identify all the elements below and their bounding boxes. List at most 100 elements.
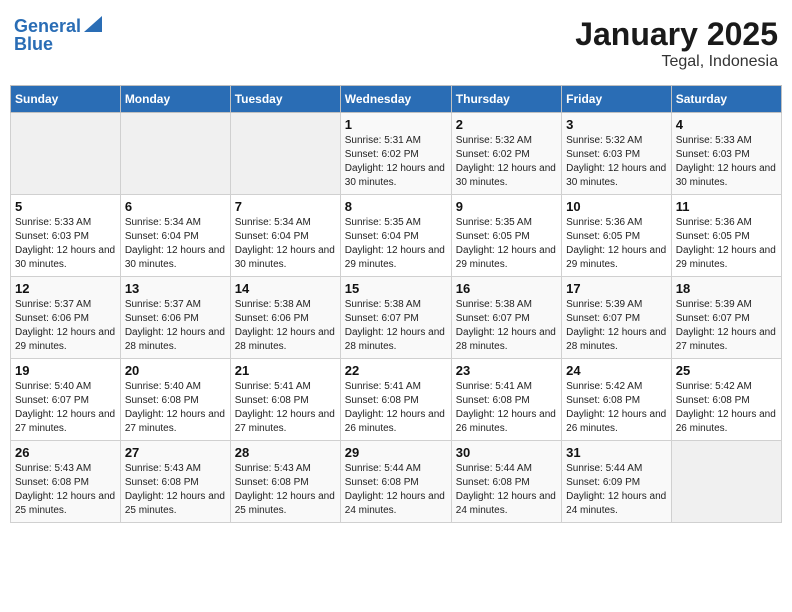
day-number: 15 (345, 281, 447, 296)
day-header-wednesday: Wednesday (340, 86, 451, 113)
logo-icon (84, 16, 102, 32)
day-info: Sunrise: 5:38 AM Sunset: 6:07 PM Dayligh… (345, 298, 447, 354)
day-number: 6 (125, 199, 226, 214)
day-cell: 29Sunrise: 5:44 AM Sunset: 6:08 PM Dayli… (340, 441, 451, 523)
day-cell: 30Sunrise: 5:44 AM Sunset: 6:08 PM Dayli… (451, 441, 561, 523)
day-cell: 26 Sunrise: 5:43 AM Sunset: 6:08 PM Dayli… (11, 441, 121, 523)
day-header-thursday: Thursday (451, 86, 561, 113)
day-info: Sunrise: 5:36 AM Sunset: 6:05 PM Dayligh… (676, 216, 777, 272)
week-row-3: 12 Sunrise: 5:37 AM Sunset: 6:06 PM Dayli… (11, 277, 782, 359)
day-info: Sunrise: 5:40 AM Sunset: 6:07 PM Dayligh… (15, 380, 116, 436)
day-cell: 10 Sunrise: 5:36 AM Sunset: 6:05 PM Dayli… (562, 195, 672, 277)
day-info: Sunrise: 5:41 AM Sunset: 6:08 PM Dayligh… (235, 380, 336, 436)
day-info: Sunrise: 5:33 AM Sunset: 6:03 PM Dayligh… (676, 134, 777, 190)
page-header: General Blue January 2025 Tegal, Indones… (10, 10, 782, 77)
day-number: 12 (15, 281, 116, 296)
day-info: Sunrise: 5:32 AM Sunset: 6:02 PM Dayligh… (456, 134, 557, 190)
day-info: Sunrise: 5:40 AM Sunset: 6:08 PM Dayligh… (125, 380, 226, 436)
day-number: 13 (125, 281, 226, 296)
day-number: 18 (676, 281, 777, 296)
day-info: Sunrise: 5:43 AM Sunset: 6:08 PM Dayligh… (125, 462, 226, 518)
day-cell: 15 Sunrise: 5:38 AM Sunset: 6:07 PM Dayli… (340, 277, 451, 359)
day-cell: 14 Sunrise: 5:38 AM Sunset: 6:06 PM Dayli… (230, 277, 340, 359)
day-cell: 18 Sunrise: 5:39 AM Sunset: 6:07 PM Dayli… (671, 277, 781, 359)
day-info: Sunrise: 5:43 AM Sunset: 6:08 PM Dayligh… (15, 462, 116, 518)
day-cell (11, 113, 121, 195)
day-number: 10 (566, 199, 667, 214)
day-cell: 8 Sunrise: 5:35 AM Sunset: 6:04 PM Daylig… (340, 195, 451, 277)
day-cell (671, 441, 781, 523)
day-cell: 3 Sunrise: 5:32 AM Sunset: 6:03 PM Daylig… (562, 113, 672, 195)
title-block: January 2025 Tegal, Indonesia (575, 16, 778, 71)
day-number: 17 (566, 281, 667, 296)
calendar-table: SundayMondayTuesdayWednesdayThursdayFrid… (10, 85, 782, 523)
day-number: 16 (456, 281, 557, 296)
day-cell: 1Sunrise: 5:31 AM Sunset: 6:02 PM Daylig… (340, 113, 451, 195)
day-info: Sunrise: 5:37 AM Sunset: 6:06 PM Dayligh… (125, 298, 226, 354)
day-info: Sunrise: 5:38 AM Sunset: 6:07 PM Dayligh… (456, 298, 557, 354)
day-number: 25 (676, 363, 777, 378)
day-cell: 19Sunrise: 5:40 AM Sunset: 6:07 PM Dayli… (11, 359, 121, 441)
day-info: Sunrise: 5:35 AM Sunset: 6:04 PM Dayligh… (345, 216, 447, 272)
day-number: 24 (566, 363, 667, 378)
day-cell: 11 Sunrise: 5:36 AM Sunset: 6:05 PM Dayli… (671, 195, 781, 277)
day-header-saturday: Saturday (671, 86, 781, 113)
day-number: 27 (125, 445, 226, 460)
day-info: Sunrise: 5:34 AM Sunset: 6:04 PM Dayligh… (125, 216, 226, 272)
day-cell: 7 Sunrise: 5:34 AM Sunset: 6:04 PM Daylig… (230, 195, 340, 277)
day-number: 3 (566, 117, 667, 132)
day-number: 9 (456, 199, 557, 214)
day-cell: 5Sunrise: 5:33 AM Sunset: 6:03 PM Daylig… (11, 195, 121, 277)
day-number: 23 (456, 363, 557, 378)
day-cell: 31 Sunrise: 5:44 AM Sunset: 6:09 PM Dayli… (562, 441, 672, 523)
day-info: Sunrise: 5:41 AM Sunset: 6:08 PM Dayligh… (456, 380, 557, 436)
day-number: 20 (125, 363, 226, 378)
day-cell: 21 Sunrise: 5:41 AM Sunset: 6:08 PM Dayli… (230, 359, 340, 441)
week-row-5: 26 Sunrise: 5:43 AM Sunset: 6:08 PM Dayli… (11, 441, 782, 523)
day-info: Sunrise: 5:35 AM Sunset: 6:05 PM Dayligh… (456, 216, 557, 272)
day-number: 30 (456, 445, 557, 460)
calendar-subtitle: Tegal, Indonesia (575, 53, 778, 71)
day-header-sunday: Sunday (11, 86, 121, 113)
day-info: Sunrise: 5:39 AM Sunset: 6:07 PM Dayligh… (676, 298, 777, 354)
day-cell (120, 113, 230, 195)
day-info: Sunrise: 5:42 AM Sunset: 6:08 PM Dayligh… (566, 380, 667, 436)
day-number: 31 (566, 445, 667, 460)
day-number: 26 (15, 445, 116, 460)
day-cell: 2 Sunrise: 5:32 AM Sunset: 6:02 PM Daylig… (451, 113, 561, 195)
day-number: 11 (676, 199, 777, 214)
day-cell: 24 Sunrise: 5:42 AM Sunset: 6:08 PM Dayli… (562, 359, 672, 441)
day-info: Sunrise: 5:34 AM Sunset: 6:04 PM Dayligh… (235, 216, 336, 272)
day-cell: 9 Sunrise: 5:35 AM Sunset: 6:05 PM Daylig… (451, 195, 561, 277)
day-info: Sunrise: 5:43 AM Sunset: 6:08 PM Dayligh… (235, 462, 336, 518)
logo-blue-text: Blue (14, 35, 53, 55)
day-info: Sunrise: 5:41 AM Sunset: 6:08 PM Dayligh… (345, 380, 447, 436)
day-number: 7 (235, 199, 336, 214)
day-cell: 12 Sunrise: 5:37 AM Sunset: 6:06 PM Dayli… (11, 277, 121, 359)
day-info: Sunrise: 5:36 AM Sunset: 6:05 PM Dayligh… (566, 216, 667, 272)
logo: General Blue (14, 16, 102, 55)
day-info: Sunrise: 5:44 AM Sunset: 6:09 PM Dayligh… (566, 462, 667, 518)
week-row-1: 1Sunrise: 5:31 AM Sunset: 6:02 PM Daylig… (11, 113, 782, 195)
day-cell: 4Sunrise: 5:33 AM Sunset: 6:03 PM Daylig… (671, 113, 781, 195)
day-info: Sunrise: 5:37 AM Sunset: 6:06 PM Dayligh… (15, 298, 116, 354)
day-info: Sunrise: 5:38 AM Sunset: 6:06 PM Dayligh… (235, 298, 336, 354)
day-number: 21 (235, 363, 336, 378)
week-row-4: 19Sunrise: 5:40 AM Sunset: 6:07 PM Dayli… (11, 359, 782, 441)
day-number: 5 (15, 199, 116, 214)
day-info: Sunrise: 5:42 AM Sunset: 6:08 PM Dayligh… (676, 380, 777, 436)
day-number: 2 (456, 117, 557, 132)
day-cell: 23 Sunrise: 5:41 AM Sunset: 6:08 PM Dayli… (451, 359, 561, 441)
day-cell: 17Sunrise: 5:39 AM Sunset: 6:07 PM Dayli… (562, 277, 672, 359)
day-number: 29 (345, 445, 447, 460)
day-number: 14 (235, 281, 336, 296)
day-header-tuesday: Tuesday (230, 86, 340, 113)
day-cell (230, 113, 340, 195)
day-header-monday: Monday (120, 86, 230, 113)
day-number: 8 (345, 199, 447, 214)
day-info: Sunrise: 5:31 AM Sunset: 6:02 PM Dayligh… (345, 134, 447, 190)
day-info: Sunrise: 5:32 AM Sunset: 6:03 PM Dayligh… (566, 134, 667, 190)
week-row-2: 5Sunrise: 5:33 AM Sunset: 6:03 PM Daylig… (11, 195, 782, 277)
calendar-title: January 2025 (575, 16, 778, 53)
day-cell: 6 Sunrise: 5:34 AM Sunset: 6:04 PM Daylig… (120, 195, 230, 277)
